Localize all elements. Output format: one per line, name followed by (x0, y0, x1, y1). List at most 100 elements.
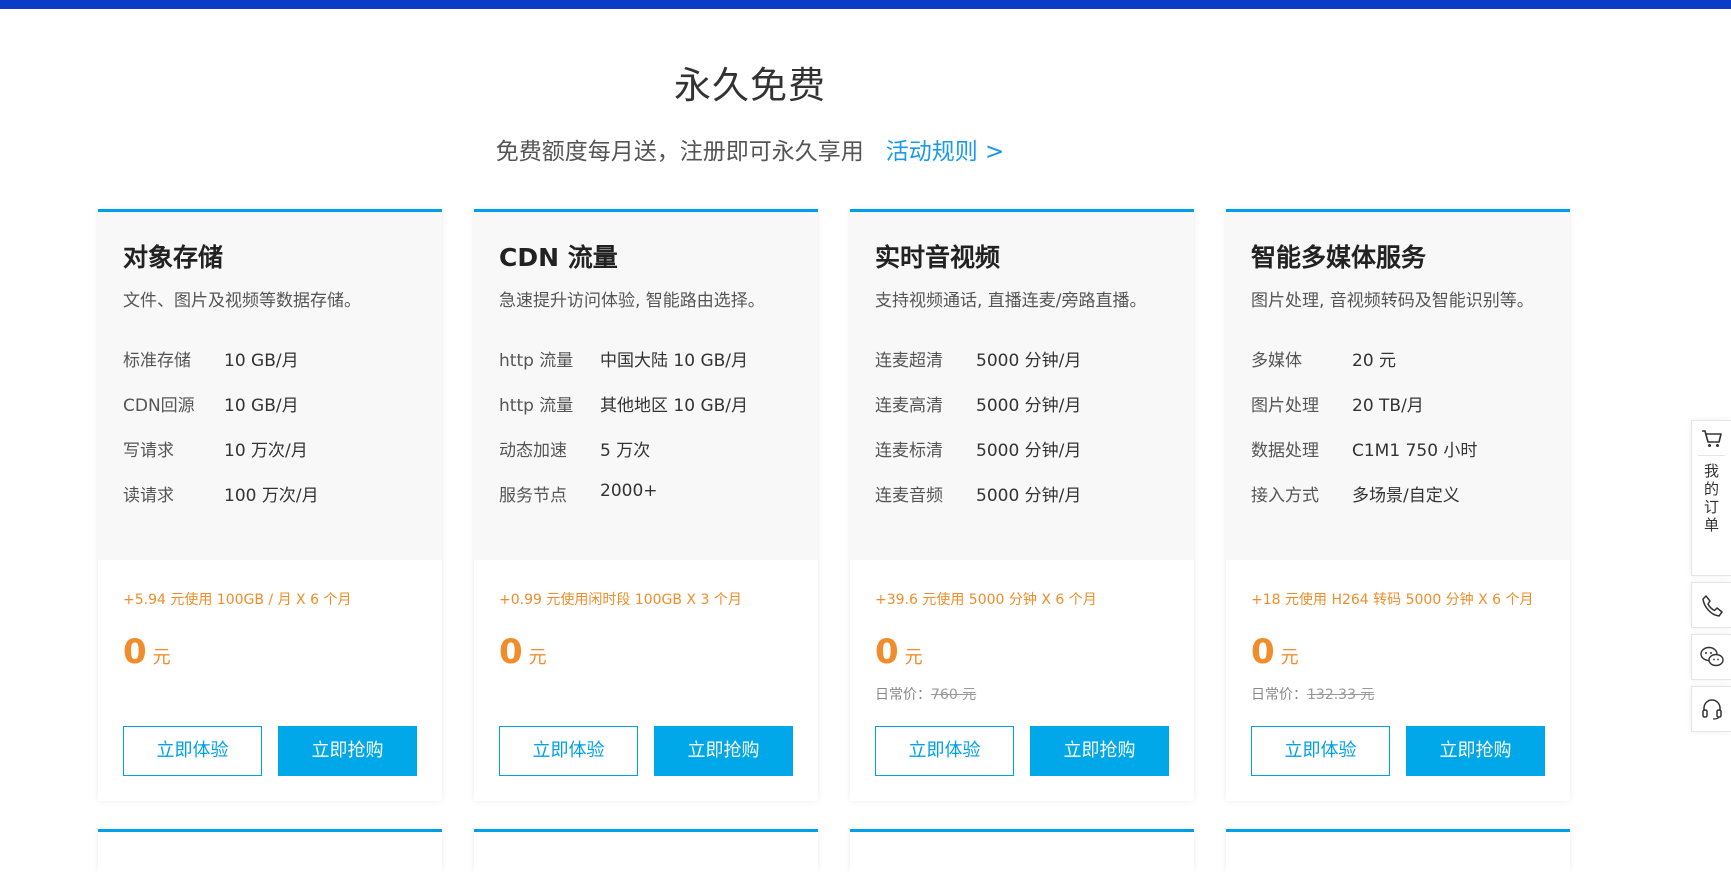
card-title: CDN 流量 (499, 243, 618, 272)
buy-button[interactable]: 立即抢购 (278, 726, 417, 776)
card-title: 对象存储 (123, 243, 224, 272)
spec-row: 连麦高清 5000 分钟/月 (875, 391, 1175, 416)
price: 0元 (499, 632, 547, 672)
price: 0元 (1251, 632, 1299, 672)
regular-price-value: 132.33 元 (1307, 687, 1375, 703)
card-smart-media: 智能多媒体服务 图片处理, 音视频转码及智能识别等。 多媒体 20 元 图片处理 2… (1226, 209, 1570, 801)
price-value: 0 (1251, 632, 1275, 672)
wechat-icon (1699, 646, 1724, 667)
spec-row: http 流量 中国大陆 10 GB/月 (499, 346, 799, 371)
try-button[interactable]: 立即体验 (875, 726, 1014, 776)
my-orders-label: 我 的 订 单 (1703, 462, 1719, 534)
spec-value: 20 TB/月 (1352, 396, 1424, 416)
spec-label: 读请求 (123, 486, 174, 506)
try-button[interactable]: 立即体验 (499, 726, 638, 776)
spec-value: 10 GB/月 (224, 396, 299, 416)
spec-label: 接入方式 (1251, 486, 1319, 506)
spec-row: 多媒体 20 元 (1251, 346, 1551, 371)
spec-row: 写请求 10 万次/月 (123, 436, 423, 461)
card-next-row (850, 829, 1194, 872)
card-description: 文件、图片及视频等数据存储。 (123, 291, 361, 311)
price: 0元 (123, 632, 171, 672)
regular-price: 日常价：760 元 (875, 684, 976, 704)
card-description: 支持视频通话, 直播连麦/旁路直播。 (875, 291, 1147, 311)
spec-label: 连麦音频 (875, 486, 943, 506)
spec-row: 连麦标清 5000 分钟/月 (875, 436, 1175, 461)
promo-text: +5.94 元使用 100GB / 月 X 6 个月 (123, 592, 352, 608)
card-next-row (98, 829, 442, 872)
card-description: 图片处理, 音视频转码及智能识别等。 (1251, 291, 1534, 311)
spec-label: http 流量 (499, 396, 574, 416)
page-subtitle: 免费额度每月送，注册即可永久享用 活动规则 > (0, 132, 1500, 166)
wechat-button[interactable] (1691, 634, 1731, 680)
spec-value: 5000 分钟/月 (976, 396, 1082, 416)
spec-value: 20 元 (1352, 351, 1397, 371)
spec-value: 100 万次/月 (224, 486, 319, 506)
spec-row: 服务节点 2000+ (499, 481, 799, 506)
spec-value: 5000 分钟/月 (976, 351, 1082, 371)
spec-label: 写请求 (123, 441, 174, 461)
card-cdn-traffic: CDN 流量 急速提升访问体验, 智能路由选择。 http 流量 中国大陆 10 … (474, 209, 818, 801)
promo-text: +39.6 元使用 5000 分钟 X 6 个月 (875, 592, 1097, 608)
headset-icon (1701, 699, 1722, 720)
card-description: 急速提升访问体验, 智能路由选择。 (499, 291, 765, 311)
spec-label: 动态加速 (499, 441, 567, 461)
card-object-storage: 对象存储 文件、图片及视频等数据存储。 标准存储 10 GB/月 CDN回源 10 … (98, 209, 442, 801)
try-button[interactable]: 立即体验 (123, 726, 262, 776)
regular-price-label: 日常价： (1251, 687, 1307, 703)
try-button[interactable]: 立即体验 (1251, 726, 1390, 776)
spec-label: 图片处理 (1251, 396, 1319, 416)
card-features: 智能多媒体服务 图片处理, 音视频转码及智能识别等。 多媒体 20 元 图片处理 2… (1226, 212, 1570, 560)
spec-label: 连麦超清 (875, 351, 943, 371)
spec-value: 5 万次 (600, 441, 651, 461)
card-features: 对象存储 文件、图片及视频等数据存储。 标准存储 10 GB/月 CDN回源 10 … (98, 212, 442, 560)
spec-row: 连麦音频 5000 分钟/月 (875, 481, 1175, 506)
spec-value: 2000+ (600, 481, 658, 501)
spec-row: 图片处理 20 TB/月 (1251, 391, 1551, 416)
spec-row: 标准存储 10 GB/月 (123, 346, 423, 371)
spec-row: 读请求 100 万次/月 (123, 481, 423, 506)
rules-link[interactable]: 活动规则 > (886, 139, 1005, 165)
price-value: 0 (499, 632, 523, 672)
card-title: 智能多媒体服务 (1251, 243, 1427, 272)
spec-row: 连麦超清 5000 分钟/月 (875, 346, 1175, 371)
spec-value: C1M1 750 小时 (1352, 441, 1478, 461)
buy-button[interactable]: 立即抢购 (1030, 726, 1169, 776)
spec-label: 服务节点 (499, 486, 567, 506)
subtitle-text: 免费额度每月送，注册即可永久享用 (495, 139, 864, 165)
price-unit: 元 (152, 647, 171, 668)
spec-row: http 流量 其他地区 10 GB/月 (499, 391, 799, 416)
spec-value: 5000 分钟/月 (976, 486, 1082, 506)
spec-label: CDN回源 (123, 396, 195, 416)
spec-label: 连麦高清 (875, 396, 943, 416)
price-value: 0 (123, 632, 147, 672)
spec-value: 中国大陆 10 GB/月 (600, 351, 749, 371)
spec-row: 接入方式 多场景/自定义 (1251, 481, 1551, 506)
card-next-row (1226, 829, 1570, 872)
spec-value: 10 GB/月 (224, 351, 299, 371)
regular-price: 日常价：132.33 元 (1251, 684, 1374, 704)
promo-text: +18 元使用 H264 转码 5000 分钟 X 6 个月 (1251, 592, 1534, 608)
promo-text: +0.99 元使用闲时段 100GB X 3 个月 (499, 592, 742, 608)
buy-button[interactable]: 立即抢购 (1406, 726, 1545, 776)
spec-label: 连麦标清 (875, 441, 943, 461)
card-realtime-av: 实时音视频 支持视频通话, 直播连麦/旁路直播。 连麦超清 5000 分钟/月 连… (850, 209, 1194, 801)
card-next-row (474, 829, 818, 872)
page-title: 永久免费 (674, 64, 826, 107)
spec-row: 数据处理 C1M1 750 小时 (1251, 436, 1551, 461)
spec-label: 多媒体 (1251, 351, 1302, 371)
card-title: 实时音视频 (875, 243, 1001, 272)
price-unit: 元 (1280, 647, 1299, 668)
support-button[interactable] (1691, 686, 1731, 732)
card-features: 实时音视频 支持视频通话, 直播连麦/旁路直播。 连麦超清 5000 分钟/月 连… (850, 212, 1194, 560)
top-bar (0, 0, 1731, 9)
spec-value: 其他地区 10 GB/月 (600, 396, 749, 416)
phone-icon (1701, 595, 1723, 617)
orders-panel[interactable]: 我 的 订 单 (1691, 420, 1731, 576)
phone-button[interactable] (1691, 582, 1731, 628)
regular-price-label: 日常价： (875, 687, 931, 703)
price: 0元 (875, 632, 923, 672)
buy-button[interactable]: 立即抢购 (654, 726, 793, 776)
spec-row: 动态加速 5 万次 (499, 436, 799, 461)
card-features: CDN 流量 急速提升访问体验, 智能路由选择。 http 流量 中国大陆 10 … (474, 212, 818, 560)
